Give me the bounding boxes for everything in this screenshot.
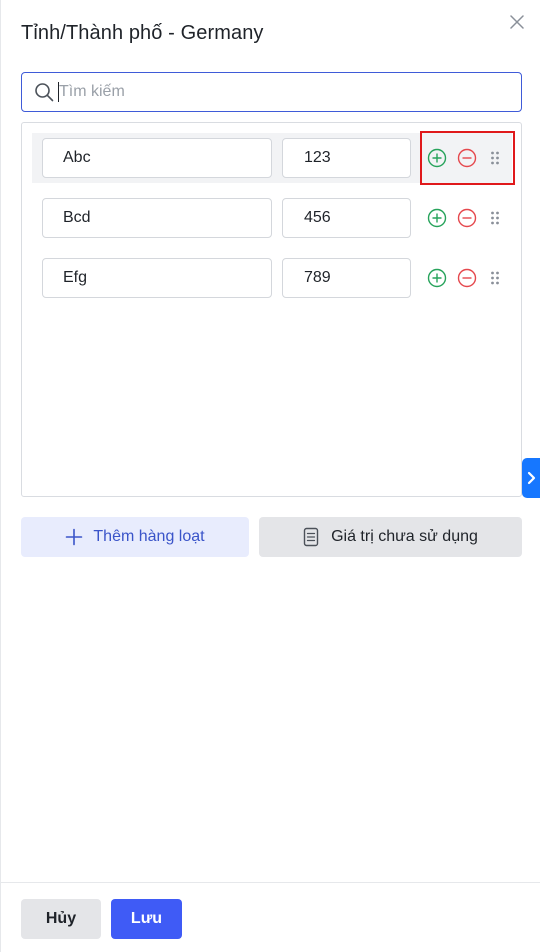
bulk-add-button[interactable]: Thêm hàng loạt: [21, 517, 249, 557]
plus-circle-icon: [427, 208, 447, 228]
close-button[interactable]: [506, 11, 528, 33]
unused-values-label: Giá trị chưa sử dụng: [331, 528, 478, 545]
search-box[interactable]: [21, 72, 522, 112]
panel-footer: Hủy Lưu: [1, 882, 540, 952]
add-row-button[interactable]: [426, 267, 448, 289]
item-value-field[interactable]: 789: [282, 258, 411, 298]
search-icon: [35, 83, 54, 102]
highlight-annotation-box: [420, 131, 515, 185]
remove-row-button[interactable]: [456, 267, 478, 289]
chevron-right-icon: [527, 471, 536, 485]
panel-title: Tỉnh/Thành phố - Germany: [21, 22, 264, 44]
plus-circle-icon: [427, 268, 447, 288]
unused-values-button[interactable]: Giá trị chưa sử dụng: [259, 517, 522, 557]
document-icon: [303, 527, 319, 547]
item-value-field[interactable]: 456: [282, 198, 411, 238]
list-item: Bcd 456: [32, 193, 512, 243]
minus-circle-icon: [457, 208, 477, 228]
bulk-add-label: Thêm hàng loạt: [93, 528, 205, 545]
item-name-field[interactable]: Bcd: [42, 198, 272, 238]
side-panel: Tỉnh/Thành phố - Germany Abc 123: [0, 0, 540, 952]
close-icon: [510, 15, 524, 29]
search-input[interactable]: [59, 83, 499, 101]
list-item: Efg 789: [32, 253, 512, 303]
drag-handle[interactable]: [489, 269, 501, 287]
save-button[interactable]: Lưu: [111, 899, 182, 939]
cancel-button[interactable]: Hủy: [21, 899, 101, 939]
minus-circle-icon: [457, 268, 477, 288]
drag-handle-icon: [491, 271, 499, 285]
remove-row-button[interactable]: [456, 207, 478, 229]
add-row-button[interactable]: [426, 207, 448, 229]
drag-handle[interactable]: [489, 209, 501, 227]
item-value-field[interactable]: 123: [282, 138, 411, 178]
expand-side-tab[interactable]: [522, 458, 540, 498]
plus-icon: [66, 528, 83, 546]
drag-handle-icon: [491, 211, 499, 225]
item-name-field[interactable]: Efg: [42, 258, 272, 298]
item-name-field[interactable]: Abc: [42, 138, 272, 178]
